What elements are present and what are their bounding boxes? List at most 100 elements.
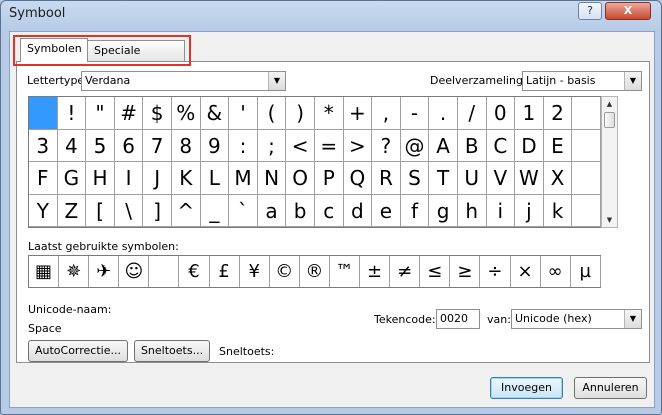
symbol-cell[interactable]: \ <box>114 194 144 227</box>
symbol-cell[interactable]: > <box>343 129 373 162</box>
symbol-cell[interactable]: i <box>486 194 516 227</box>
symbol-cell[interactable]: : <box>229 129 258 162</box>
insert-button[interactable]: Invoegen <box>490 377 563 399</box>
symbol-cell[interactable]: @ <box>400 129 430 162</box>
symbol-cell[interactable]: V <box>486 162 516 195</box>
symbol-cell[interactable]: ` <box>229 194 258 227</box>
symbol-cell[interactable]: ^ <box>171 194 201 227</box>
recent-symbols-grid[interactable]: ▦ ✵ ✈ ☺ € £ ¥ © ® ™ ± ≠ ≤ ≥ ÷ × ∞ µ <box>28 255 601 288</box>
symbol-cell[interactable]: ( <box>257 97 287 130</box>
scroll-down-icon[interactable]: ▼ <box>602 213 617 227</box>
symbol-cell[interactable]: ! <box>57 97 87 130</box>
symbol-cell[interactable]: J <box>143 162 172 195</box>
recent-symbol-cell[interactable]: ≠ <box>390 256 421 287</box>
symbol-cell[interactable]: N <box>257 162 287 195</box>
symbol-cell[interactable]: S <box>400 162 430 195</box>
symbol-cell[interactable]: 7 <box>143 129 172 162</box>
symbol-cell[interactable]: ' <box>229 97 258 130</box>
symbol-cell[interactable]: W <box>515 162 544 195</box>
recent-symbol-cell[interactable]: ∞ <box>541 256 571 287</box>
symbol-cell[interactable]: R <box>372 162 401 195</box>
symbol-cell[interactable]: C <box>486 129 516 162</box>
symbol-cell[interactable] <box>29 97 58 130</box>
symbol-cell[interactable]: 9 <box>200 129 230 162</box>
recent-symbol-cell[interactable]: ÷ <box>480 256 511 287</box>
recent-symbol-cell[interactable]: µ <box>571 256 601 287</box>
symbol-cell[interactable]: 2 <box>543 97 573 130</box>
recent-symbol-cell[interactable]: ✵ <box>59 256 90 287</box>
scroll-thumb[interactable] <box>604 112 615 128</box>
symbol-cell[interactable]: ; <box>257 129 287 162</box>
symbol-cell[interactable]: 6 <box>114 129 144 162</box>
font-select[interactable]: Verdana ▼ <box>81 71 286 91</box>
chevron-down-icon[interactable]: ▼ <box>624 72 641 90</box>
symbol-cell[interactable]: 3 <box>29 129 58 162</box>
recent-symbol-cell[interactable]: ™ <box>330 256 361 287</box>
symbol-cell[interactable]: O <box>286 162 315 195</box>
chevron-down-icon[interactable]: ▼ <box>624 310 641 328</box>
symbol-cell[interactable]: K <box>171 162 201 195</box>
symbol-cell[interactable]: # <box>114 97 144 130</box>
symbol-cell[interactable]: e <box>372 194 401 227</box>
symbol-cell[interactable]: ? <box>372 129 401 162</box>
symbol-cell[interactable]: 5 <box>86 129 115 162</box>
symbol-cell[interactable]: 4 <box>57 129 87 162</box>
symbol-cell[interactable]: Y <box>29 194 58 227</box>
symbol-cell[interactable]: c <box>314 194 344 227</box>
symbol-cell[interactable]: f <box>400 194 430 227</box>
symbol-cell[interactable]: $ <box>143 97 172 130</box>
recent-symbol-cell[interactable]: ▦ <box>29 256 60 287</box>
symbol-cell[interactable]: L <box>200 162 230 195</box>
symbol-grid-scrollbar[interactable]: ▲ ▼ <box>601 96 618 228</box>
symbol-cell[interactable]: H <box>86 162 115 195</box>
symbol-cell[interactable]: . <box>429 97 458 130</box>
recent-symbol-cell[interactable]: ≥ <box>450 256 481 287</box>
close-button[interactable]: X <box>605 2 651 20</box>
symbol-cell[interactable]: D <box>515 129 544 162</box>
symbol-cell[interactable]: T <box>429 162 458 195</box>
symbol-cell[interactable] <box>572 97 601 130</box>
recent-symbol-cell[interactable]: ± <box>360 256 391 287</box>
recent-symbol-cell[interactable]: £ <box>210 256 240 287</box>
recent-symbol-cell[interactable]: ¥ <box>240 256 270 287</box>
symbol-cell[interactable]: ) <box>286 97 315 130</box>
symbol-grid[interactable]: ! " # $% & '() * +, -./0 1 2 3 4 5 6 7 8 9:; < = >? @ A B C D E F G H… <box>28 96 601 228</box>
recent-symbol-cell[interactable]: ☺ <box>119 256 150 287</box>
symbol-cell[interactable] <box>572 162 601 195</box>
scroll-up-icon[interactable]: ▲ <box>602 97 617 111</box>
recent-symbol-cell[interactable]: ® <box>300 256 330 287</box>
symbol-cell[interactable]: U <box>457 162 487 195</box>
shortcut-key-button[interactable]: Sneltoets... <box>134 340 210 362</box>
recent-symbol-cell[interactable]: ≤ <box>420 256 451 287</box>
symbol-cell[interactable]: E <box>543 129 573 162</box>
symbol-cell[interactable]: P <box>314 162 344 195</box>
subset-select[interactable]: Latijn - basis ▼ <box>522 71 642 91</box>
symbol-cell[interactable]: ] <box>143 194 172 227</box>
symbol-cell[interactable]: , <box>372 97 401 130</box>
symbol-cell[interactable]: Q <box>343 162 373 195</box>
from-select[interactable]: Unicode (hex) ▼ <box>511 309 642 329</box>
chevron-down-icon[interactable]: ▼ <box>268 72 285 90</box>
symbol-cell[interactable]: 0 <box>486 97 516 130</box>
symbol-cell[interactable]: & <box>200 97 230 130</box>
symbol-cell[interactable]: k <box>543 194 573 227</box>
symbol-cell[interactable]: = <box>314 129 344 162</box>
help-button[interactable]: ? <box>578 2 602 20</box>
recent-symbol-cell[interactable]: ✈ <box>89 256 120 287</box>
symbol-cell[interactable]: b <box>286 194 315 227</box>
symbol-cell[interactable]: X <box>543 162 573 195</box>
charcode-input[interactable]: 0020 <box>436 309 480 329</box>
symbol-cell[interactable]: F <box>29 162 58 195</box>
symbol-cell[interactable]: G <box>57 162 87 195</box>
symbol-cell[interactable]: g <box>429 194 458 227</box>
symbol-cell[interactable]: [ <box>86 194 115 227</box>
symbol-cell[interactable]: - <box>400 97 430 130</box>
symbol-cell[interactable]: d <box>343 194 373 227</box>
recent-symbol-cell[interactable]: × <box>511 256 541 287</box>
symbol-cell[interactable]: M <box>229 162 258 195</box>
symbol-cell[interactable]: < <box>286 129 315 162</box>
symbol-cell[interactable]: 8 <box>171 129 201 162</box>
autocorrect-button[interactable]: AutoCorrectie... <box>28 340 128 362</box>
recent-symbol-cell[interactable] <box>149 256 180 287</box>
symbol-cell[interactable]: h <box>457 194 487 227</box>
